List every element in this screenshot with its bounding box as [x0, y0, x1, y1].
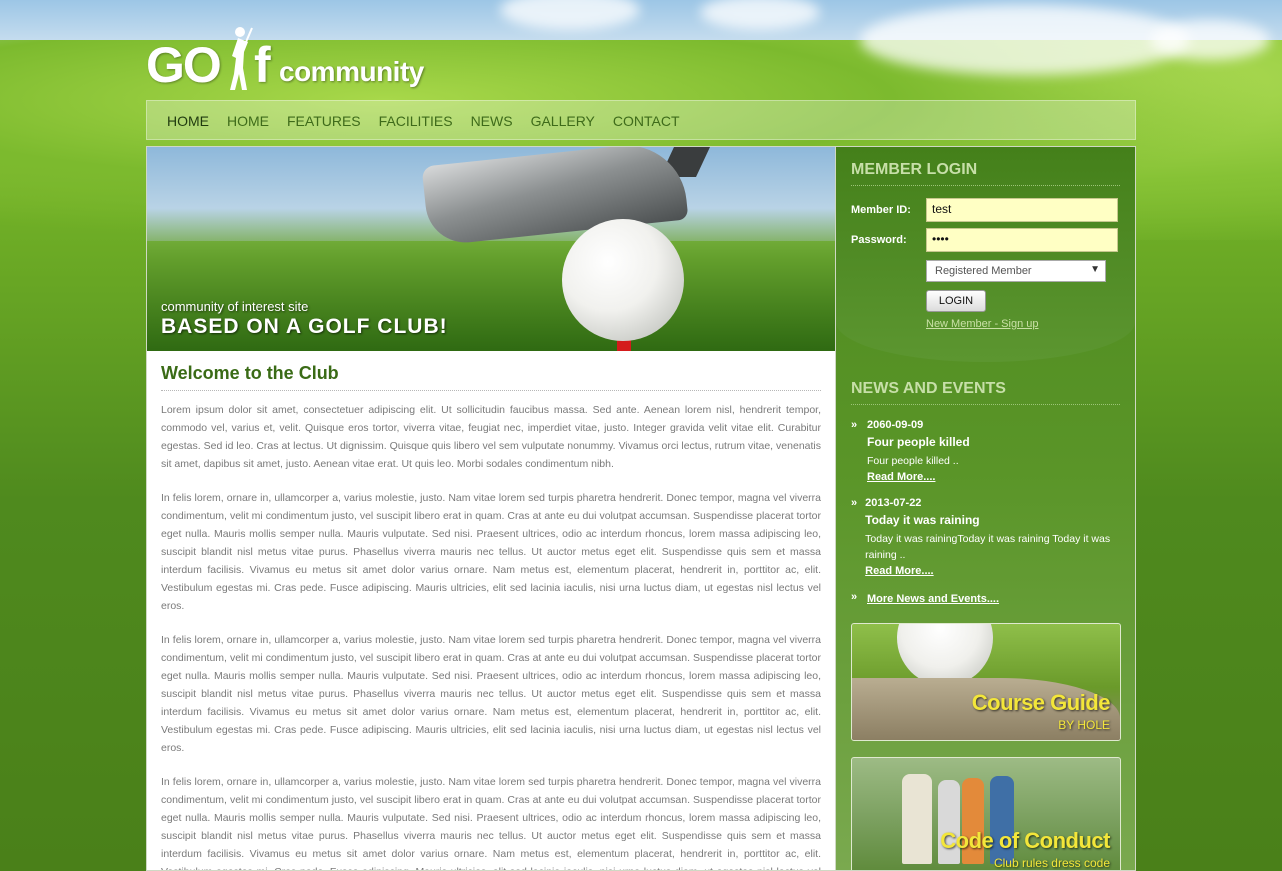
double-chevron-icon: »	[851, 419, 858, 431]
read-more-link[interactable]: Read More....	[865, 565, 1120, 577]
news-title[interactable]: Four people killed	[867, 435, 970, 449]
news-date: 2013-07-22	[865, 497, 922, 509]
read-more-link[interactable]: Read More....	[867, 471, 970, 483]
nav-item-news[interactable]: NEWS	[471, 113, 513, 129]
news-section: NEWS AND EVENTS » 2060-09-09 Four people…	[836, 362, 1135, 605]
chevron-down-icon: ▼	[1090, 264, 1100, 275]
signup-link[interactable]: New Member - Sign up	[926, 318, 1120, 330]
news-item: » More News and Events....	[851, 591, 1120, 605]
member-id-label: Member ID:	[851, 204, 911, 216]
login-panel: MEMBER LOGIN Member ID: test Password: •…	[836, 147, 1135, 362]
cloud	[860, 5, 1190, 75]
banner-headline: BASED ON A GOLF CLUB!	[161, 315, 448, 338]
paragraph: In felis lorem, ornare in, ullamcorper a…	[161, 492, 821, 612]
golfer-figure	[902, 774, 932, 864]
news-body: Four people killed ..	[867, 455, 959, 467]
login-button[interactable]: LOGIN	[926, 290, 986, 312]
nav-item-features[interactable]: FEATURES	[287, 113, 361, 129]
news-heading: NEWS AND EVENTS	[851, 380, 1120, 405]
news-date: 2060-09-09	[867, 419, 924, 431]
news-item: » 2060-09-09 Four people killed Four peo…	[851, 419, 1120, 483]
golf-ball	[562, 219, 684, 341]
more-news-link[interactable]: More News and Events....	[867, 593, 999, 605]
logo-text-go: GO	[146, 37, 222, 93]
password-label: Password:	[851, 234, 907, 246]
hero-banner: community of interest site BASED ON A GO…	[147, 147, 835, 351]
double-chevron-icon: »	[851, 497, 858, 509]
paragraph: Lorem ipsum dolor sit amet, consectetuer…	[161, 404, 821, 470]
nav-item-contact[interactable]: CONTACT	[613, 113, 680, 129]
news-item: » 2013-07-22 Today it was raining Today …	[851, 497, 1120, 577]
banner-tagline: community of interest site	[161, 299, 309, 314]
nav-item-facilities[interactable]: FACILITIES	[379, 113, 453, 129]
nav-item-home-active[interactable]: HOME	[167, 113, 209, 129]
double-chevron-icon: »	[851, 591, 858, 603]
password-field[interactable]: ••••	[926, 228, 1118, 252]
course-guide-subtitle: BY HOLE	[1058, 718, 1110, 732]
cloud	[700, 0, 820, 30]
site-logo[interactable]: GO f community	[146, 27, 446, 98]
member-type-select[interactable]: Registered Member ▼	[926, 260, 1106, 282]
paragraph: In felis lorem, ornare in, ullamcorper a…	[161, 776, 821, 870]
nav-item-home[interactable]: HOME	[227, 113, 269, 129]
golf-ball	[897, 624, 993, 686]
cloud	[1150, 20, 1270, 60]
cloud	[500, 0, 640, 30]
code-of-conduct-subtitle: Club rules dress code	[993, 856, 1110, 870]
news-title[interactable]: Today it was raining	[865, 513, 1120, 527]
course-guide-banner[interactable]: Course Guide BY HOLE	[851, 623, 1121, 741]
main-nav: HOME HOME FEATURES FACILITIES NEWS GALLE…	[146, 100, 1136, 140]
article: Welcome to the Club Lorem ipsum dolor si…	[147, 351, 835, 870]
login-heading: MEMBER LOGIN	[851, 161, 1120, 186]
news-body: Today it was rainingToday it was raining…	[865, 533, 1111, 561]
logo-text-community: community	[279, 56, 424, 87]
sidebar: MEMBER LOGIN Member ID: test Password: •…	[836, 146, 1136, 871]
page-title: Welcome to the Club	[161, 363, 821, 391]
code-of-conduct-title: Code of Conduct	[940, 828, 1110, 853]
main-content: community of interest site BASED ON A GO…	[146, 146, 836, 871]
nav-item-gallery[interactable]: GALLERY	[531, 113, 595, 129]
course-guide-title: Course Guide	[971, 690, 1111, 715]
member-type-value: Registered Member	[935, 265, 1032, 277]
paragraph: In felis lorem, ornare in, ullamcorper a…	[161, 634, 821, 754]
golfer-icon	[230, 27, 253, 90]
code-of-conduct-banner[interactable]: Code of Conduct Club rules dress code	[851, 757, 1121, 870]
logo-text-f: f	[254, 37, 271, 93]
member-id-field[interactable]: test	[926, 198, 1118, 222]
